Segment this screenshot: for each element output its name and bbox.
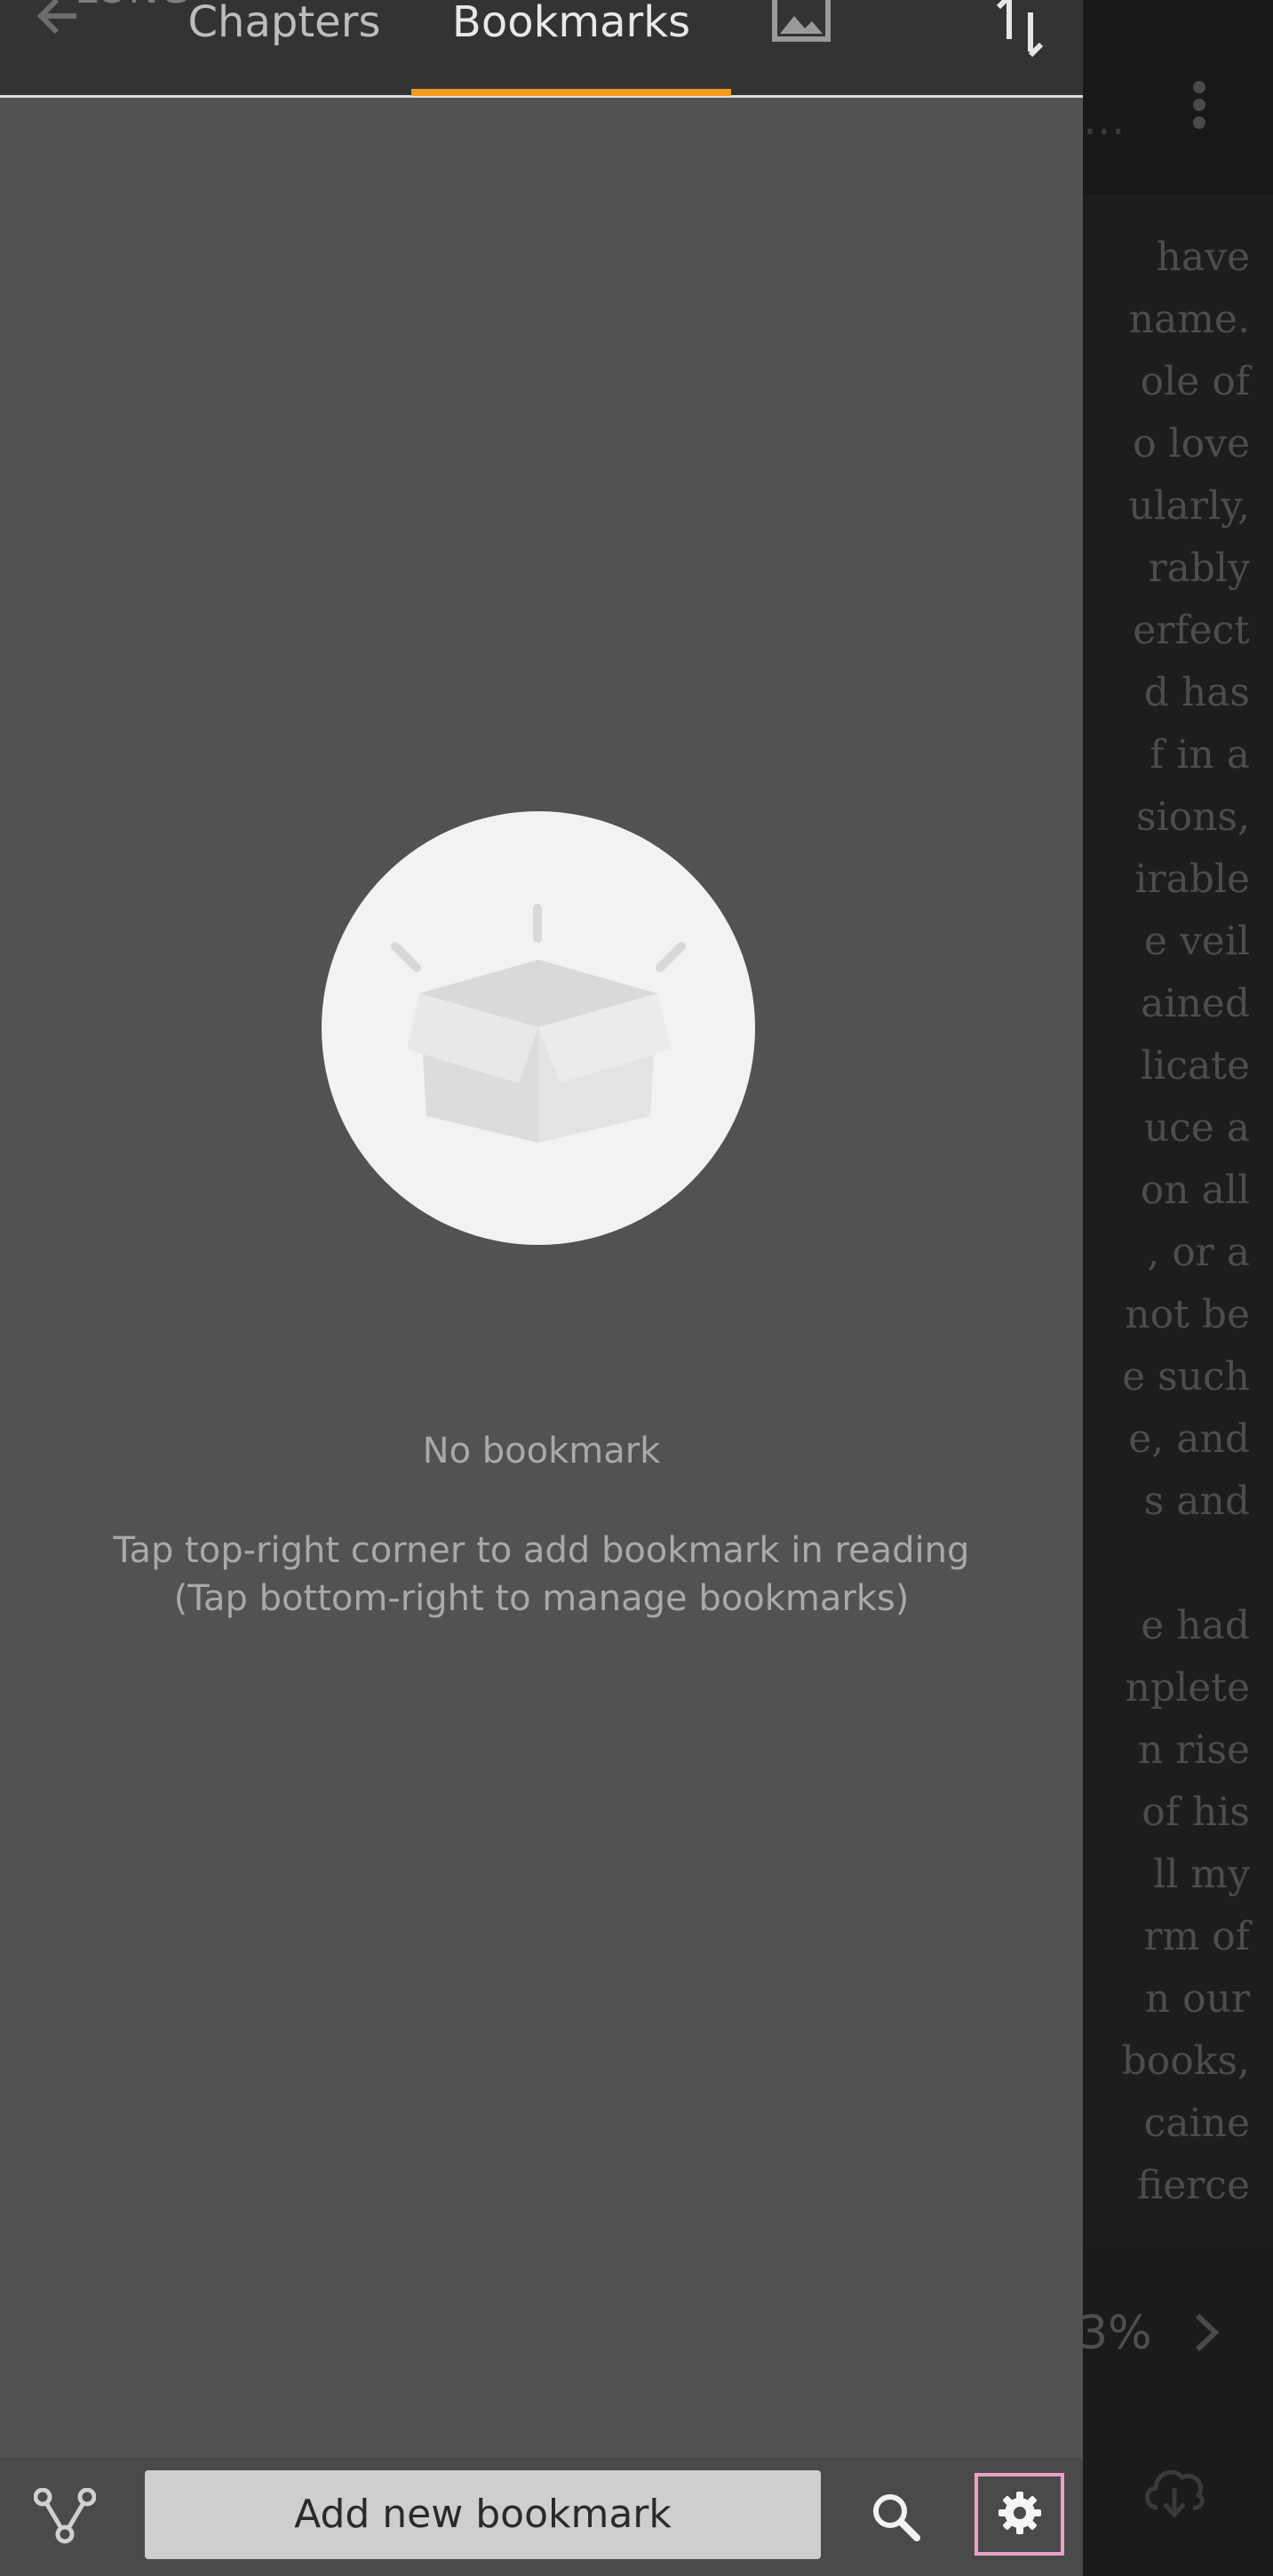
image-icon[interactable]: [771, 0, 831, 46]
cloud-download-icon[interactable]: [1142, 2461, 1207, 2524]
empty-state-hint: Tap top-right corner to add bookmark in …: [0, 1527, 1083, 1623]
reader-text-line: e veil: [1143, 919, 1250, 964]
reader-text-line: fierce: [1136, 2163, 1250, 2208]
reader-text-line: licate: [1141, 1043, 1250, 1089]
empty-state-hint-line2: (Tap bottom-right to manage bookmarks): [173, 1578, 910, 1619]
reader-text-line: ularly,: [1128, 483, 1250, 529]
drawer-header: LONG Chapters Bookmarks: [0, 0, 1083, 98]
more-options-icon[interactable]: [1182, 76, 1217, 138]
reader-text-line: books,: [1121, 2038, 1250, 2084]
search-icon[interactable]: [869, 2490, 922, 2543]
share-icon[interactable]: [34, 2488, 96, 2545]
reader-text-line: nplete: [1125, 1665, 1250, 1711]
reader-text-line: caine: [1143, 2101, 1250, 2146]
reader-text-line: uce a: [1143, 1105, 1250, 1151]
selected-tab-indicator: [411, 89, 731, 96]
reader-text-line: of his: [1142, 1790, 1250, 1835]
reader-text-line: ained: [1141, 981, 1250, 1026]
reader-text-line: , or a: [1147, 1230, 1250, 1275]
reader-text-line: o love: [1133, 421, 1250, 467]
tab-bookmarks[interactable]: Bookmarks: [411, 0, 731, 98]
empty-state-illustration: [322, 811, 755, 1245]
reader-text-line: e had: [1141, 1603, 1250, 1648]
reader-text-line: e such: [1122, 1354, 1250, 1400]
header-partial-title: LONG: [75, 0, 190, 12]
reader-text-line: n rise: [1137, 1727, 1250, 1773]
tab-bookmarks-label: Bookmarks: [451, 0, 691, 47]
empty-state-title: No bookmark: [422, 1431, 661, 1471]
reader-text-line: have: [1156, 235, 1250, 280]
reader-text-line: s and: [1143, 1479, 1250, 1524]
gear-icon[interactable]: [997, 2490, 1043, 2536]
reader-text-line: name.: [1128, 297, 1250, 342]
reader-text-line: n our: [1144, 1976, 1250, 2022]
reader-text-line: e, and: [1128, 1416, 1250, 1462]
reader-text-line: f in a: [1150, 732, 1250, 778]
reader-text-line: rably: [1148, 546, 1250, 591]
tab-chapters-label: Chapters: [187, 0, 381, 47]
reader-text-line: ole of: [1140, 359, 1250, 404]
reader-text-line: erfect: [1133, 608, 1250, 653]
app-root: ... have name. ole of o love ularly, rably erf…: [0, 0, 1273, 2576]
reader-toolbar-title: ...: [1083, 93, 1126, 145]
reader-text-line: sions,: [1135, 794, 1250, 840]
add-new-bookmark-button[interactable]: Add new bookmark: [145, 2470, 821, 2559]
tab-chapters[interactable]: Chapters: [182, 0, 386, 98]
reader-text-line: ll my: [1153, 1852, 1250, 1897]
chevron-right-icon[interactable]: [1190, 2310, 1222, 2355]
reader-text-area: have name. ole of o love ularly, rably erfect d…: [1083, 222, 1261, 2248]
reader-text-line: rm of: [1143, 1914, 1250, 1959]
reading-progress: 3%: [1078, 2307, 1152, 2360]
reader-text-line: d has: [1143, 670, 1250, 715]
reader-text-line: on all: [1140, 1168, 1250, 1213]
reader-text-line: not be: [1125, 1292, 1250, 1337]
open-box-icon: [390, 904, 687, 1143]
empty-state-hint-line1: Tap top-right corner to add bookmark in …: [113, 1530, 970, 1571]
reader-text-line: irable: [1134, 857, 1250, 902]
bookmarks-drawer: LONG Chapters Bookmarks: [0, 0, 1083, 2576]
sort-icon[interactable]: [993, 0, 1046, 57]
